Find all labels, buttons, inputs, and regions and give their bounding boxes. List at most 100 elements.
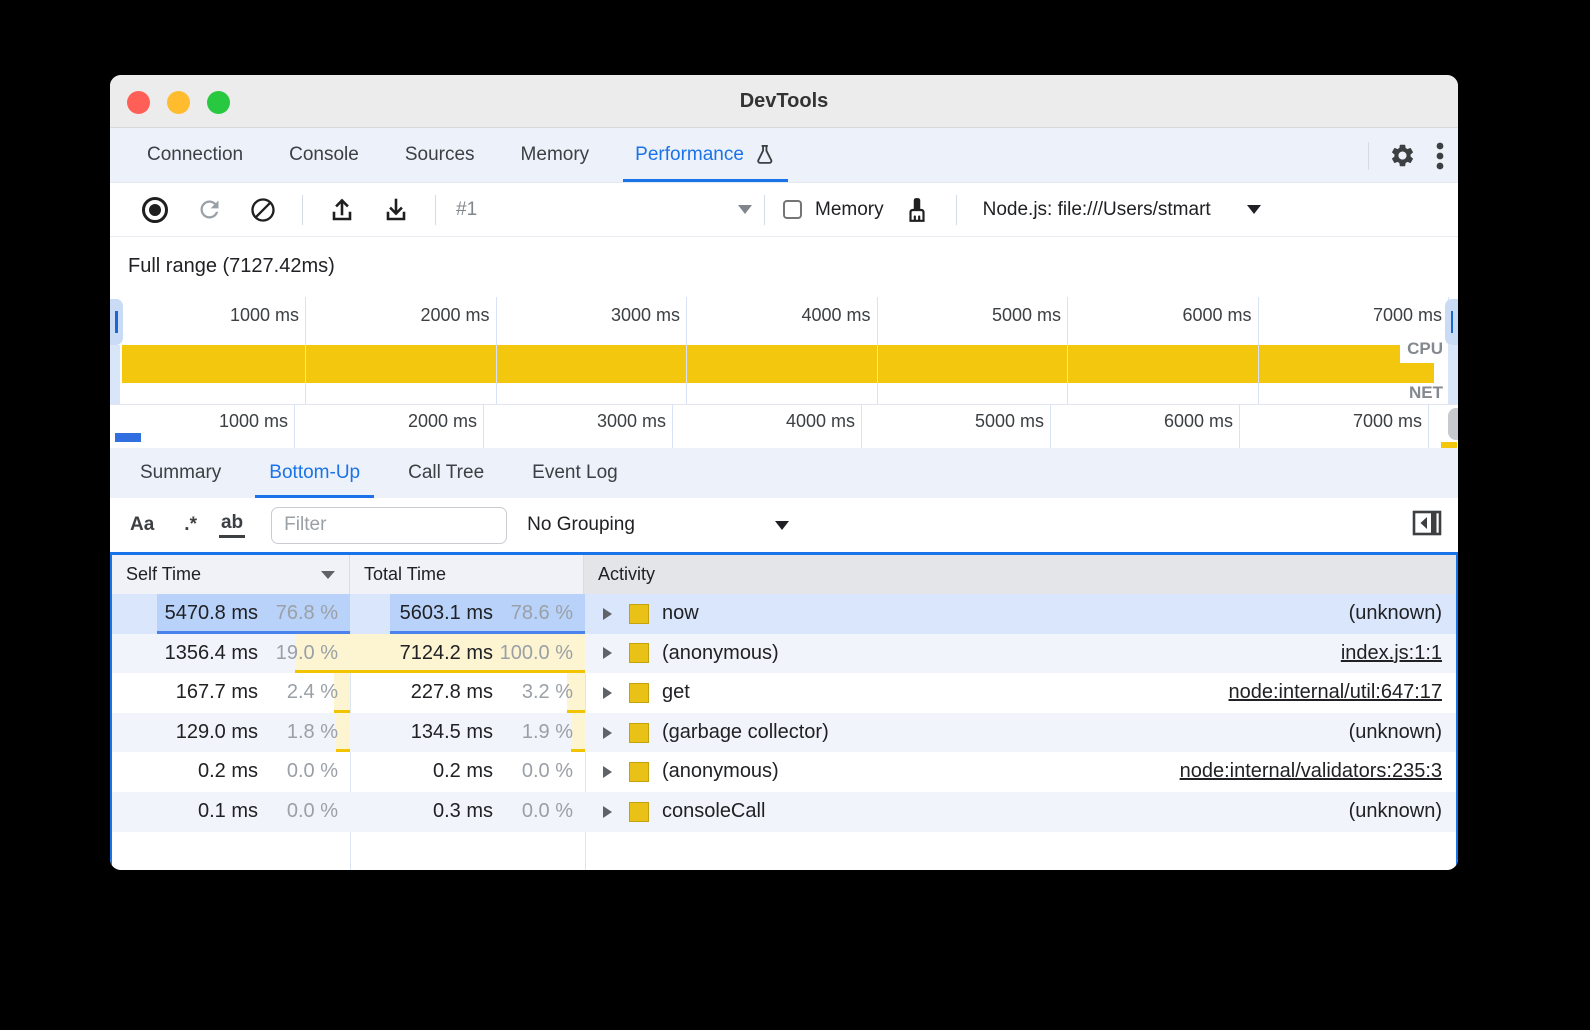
total-time-cell: 227.8 ms3.2 % <box>350 673 585 713</box>
panel-tab-call-tree[interactable]: Call Tree <box>394 448 498 498</box>
table-row[interactable]: 1356.4 ms19.0 %7124.2 ms100.0 %(anonymou… <box>112 634 1456 674</box>
expand-arrow-icon[interactable] <box>603 687 612 699</box>
target-select[interactable]: Node.js: file:///Users/stmart <box>983 199 1261 221</box>
self-time-percent: 0.0 % <box>258 792 338 832</box>
net-band-label: NET <box>1405 383 1447 403</box>
total-time-value: 0.2 ms <box>362 752 493 792</box>
ruler-tick-line <box>1050 404 1051 448</box>
regex-icon[interactable]: .* <box>184 514 197 536</box>
tab-sources[interactable]: Sources <box>393 128 487 182</box>
table-row[interactable]: 0.1 ms0.0 %0.3 ms0.0 %consoleCall(unknow… <box>112 792 1456 832</box>
panel-tab-bottom-up[interactable]: Bottom-Up <box>255 448 374 498</box>
reload-record-icon[interactable] <box>194 195 224 225</box>
activity-name: now <box>662 594 699 634</box>
main-tabs: Connection Console Sources Memory Performanc… <box>124 128 799 182</box>
activity-cell: (anonymous)index.js:1:1 <box>585 634 1456 674</box>
match-whole-word-icon[interactable]: ab <box>219 512 245 538</box>
ruler-tick-label: 1000 ms <box>189 305 299 326</box>
ruler-tick-label: 3000 ms <box>556 411 666 432</box>
table-row[interactable]: 129.0 ms1.8 % 134.5 ms1.9 % (garbage colle… <box>112 713 1456 753</box>
self-time-percent: 1.8 % <box>258 713 338 753</box>
activity-name: consoleCall <box>662 792 765 832</box>
ruler-tick-label: 2000 ms <box>367 411 477 432</box>
total-time-percent: 1.9 % <box>493 713 573 753</box>
column-header-activity[interactable]: Activity <box>584 555 1456 594</box>
flamechart-blue-segment[interactable] <box>115 433 141 442</box>
more-options-kebab-icon[interactable] <box>1436 140 1444 172</box>
source-location-link[interactable]: index.js:1:1 <box>1341 634 1442 674</box>
grid-body: 5470.8 ms76.8 %5603.1 ms78.6 %now(unknow… <box>112 594 1456 870</box>
load-profile-icon[interactable] <box>327 195 357 225</box>
timeline-scrollbar-thumb[interactable] <box>1448 408 1458 440</box>
filter-toolbar: Aa .* ab No Grouping <box>110 498 1458 552</box>
settings-gear-icon[interactable] <box>1389 142 1416 169</box>
collect-garbage-icon[interactable] <box>902 195 932 225</box>
table-row[interactable]: 5470.8 ms76.8 %5603.1 ms78.6 %now(unknow… <box>112 594 1456 634</box>
column-header-total-time[interactable]: Total Time <box>350 555 584 594</box>
selection-shade-left <box>110 345 120 404</box>
flamechart-yellow-segment[interactable] <box>1441 442 1457 448</box>
target-select-value: Node.js: file:///Users/stmart <box>983 199 1211 221</box>
window-title: DevTools <box>110 75 1458 128</box>
category-swatch-icon <box>629 723 649 743</box>
expand-arrow-icon[interactable] <box>603 766 612 778</box>
show-sidebar-icon[interactable] <box>1412 510 1442 536</box>
clear-icon[interactable] <box>248 195 278 225</box>
panel-tab-event-log[interactable]: Event Log <box>518 448 632 498</box>
ruler-tick-label: 1000 ms <box>178 411 288 432</box>
chevron-down-icon <box>775 521 789 530</box>
activity-name: (garbage collector) <box>662 713 829 753</box>
grouping-select[interactable]: No Grouping <box>527 514 789 536</box>
self-time-cell: 0.2 ms0.0 % <box>112 752 350 792</box>
ruler-tick-label: 5000 ms <box>934 411 1044 432</box>
expand-arrow-icon[interactable] <box>603 608 612 620</box>
history-select-value: #1 <box>456 199 477 221</box>
tab-memory[interactable]: Memory <box>509 128 602 182</box>
total-time-cell: 0.2 ms0.0 % <box>350 752 585 792</box>
expand-arrow-icon[interactable] <box>603 727 612 739</box>
ruler-tick-line <box>877 297 878 404</box>
self-time-value: 1356.4 ms <box>124 634 258 674</box>
timeline-overview: Full range (7127.42ms) CPU NET 1000 ms20… <box>110 237 1458 448</box>
ruler-tick-label: 6000 ms <box>1123 411 1233 432</box>
history-select[interactable]: #1 <box>456 199 752 221</box>
table-row[interactable]: 167.7 ms2.4 %227.8 ms3.2 %getnode:intern… <box>112 673 1456 713</box>
cpu-activity-band[interactable] <box>122 345 1400 383</box>
tab-performance[interactable]: Performance <box>623 128 788 182</box>
overview-left-handle[interactable] <box>110 299 123 345</box>
source-location-link[interactable]: node:internal/validators:235:3 <box>1180 752 1442 792</box>
tab-connection[interactable]: Connection <box>135 128 255 182</box>
total-time-cell: 0.3 ms0.0 % <box>350 792 585 832</box>
expand-arrow-icon[interactable] <box>603 647 612 659</box>
self-time-cell: 129.0 ms1.8 % <box>112 713 350 753</box>
filter-input[interactable] <box>271 507 507 544</box>
total-time-percent: 3.2 % <box>493 673 573 713</box>
selection-shade-right <box>1448 345 1458 404</box>
panel-tab-label: Summary <box>140 462 221 484</box>
expand-arrow-icon[interactable] <box>603 806 612 818</box>
tab-console[interactable]: Console <box>277 128 371 182</box>
memory-checkbox-wrap[interactable]: Memory <box>783 199 884 221</box>
total-time-value: 134.5 ms <box>362 713 493 753</box>
panel-tab-summary[interactable]: Summary <box>126 448 235 498</box>
total-time-percent: 0.0 % <box>493 752 573 792</box>
activity-cell: now(unknown) <box>585 594 1456 634</box>
source-location-link[interactable]: node:internal/util:647:17 <box>1229 673 1443 713</box>
ruler-tick-label: 7000 ms <box>1332 305 1442 326</box>
panel-tab-label: Call Tree <box>408 462 484 484</box>
chevron-down-icon <box>1247 205 1261 214</box>
ruler-tick-label: 4000 ms <box>761 305 871 326</box>
record-icon[interactable] <box>140 195 170 225</box>
table-row[interactable]: 0.2 ms0.0 %0.2 ms0.0 %(anonymous)node:in… <box>112 752 1456 792</box>
save-profile-icon[interactable] <box>381 195 411 225</box>
grouping-select-value: No Grouping <box>527 514 635 536</box>
self-time-value: 0.2 ms <box>124 752 258 792</box>
tab-label: Console <box>289 144 359 166</box>
cpu-band-label: CPU <box>1403 339 1447 359</box>
overview-right-handle[interactable] <box>1445 299 1458 345</box>
ruler-tick-label: 3000 ms <box>570 305 680 326</box>
match-case-icon[interactable]: Aa <box>130 514 154 536</box>
column-header-self-time[interactable]: Self Time <box>112 555 350 594</box>
memory-checkbox[interactable] <box>783 200 802 219</box>
category-swatch-icon <box>629 604 649 624</box>
